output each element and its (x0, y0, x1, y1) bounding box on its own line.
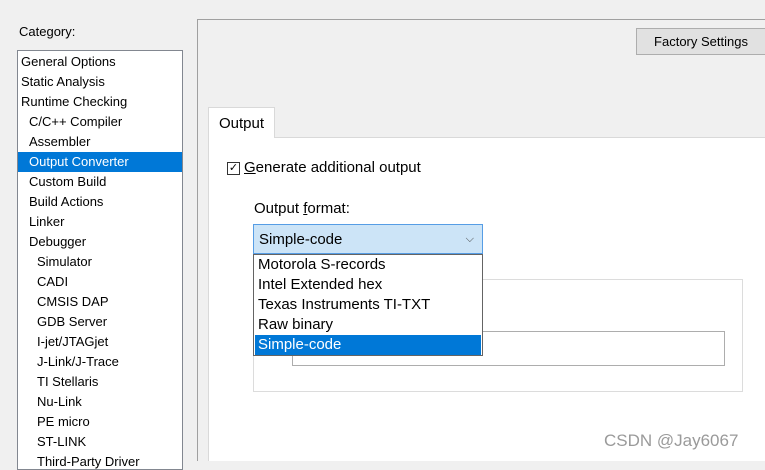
format-label-post: ormat: (307, 200, 350, 217)
category-item[interactable]: CMSIS DAP (18, 292, 182, 312)
output-format-dropdown[interactable]: Motorola S-records Intel Extended hex Texa… (253, 254, 483, 356)
category-item[interactable]: Simulator (18, 252, 182, 272)
category-item[interactable]: Static Analysis (18, 72, 182, 92)
output-format-value: Simple-code (259, 231, 343, 248)
category-item[interactable]: CADI (18, 272, 182, 292)
category-list[interactable]: General Options Static Analysis Runtime Ch… (17, 50, 183, 470)
category-label: Category: (19, 24, 76, 39)
category-item[interactable]: TI Stellaris (18, 372, 182, 392)
format-option[interactable]: Motorola S-records (255, 255, 481, 275)
category-item[interactable]: C/C++ Compiler (18, 112, 182, 132)
generate-output-label[interactable]: Generate additional output (244, 159, 421, 176)
output-format-label: Output format: (254, 200, 350, 217)
checkmark-icon: ✓ (228, 162, 239, 174)
category-item[interactable]: Nu-Link (18, 392, 182, 412)
tab-output[interactable]: Output (208, 107, 275, 138)
generate-label-text: enerate additional output (255, 159, 421, 176)
category-item[interactable]: Runtime Checking (18, 92, 182, 112)
generate-output-checkbox[interactable]: ✓ (227, 162, 240, 175)
generate-mnemonic: G (244, 159, 256, 176)
format-option[interactable]: Raw binary (255, 315, 481, 335)
category-item[interactable]: Assembler (18, 132, 182, 152)
format-label-pre: Output (254, 200, 304, 217)
chevron-down-icon[interactable]: ⌵ (466, 233, 474, 246)
category-item[interactable]: Linker (18, 212, 182, 232)
format-option[interactable]: Intel Extended hex (255, 275, 481, 295)
category-item[interactable]: PE micro (18, 412, 182, 432)
watermark: CSDN @Jay6067 (604, 431, 739, 450)
category-item[interactable]: Output Converter (18, 152, 182, 172)
category-item[interactable]: Custom Build (18, 172, 182, 192)
output-format-select[interactable]: Simple-code ⌵ (253, 224, 483, 254)
format-option[interactable]: Simple-code (255, 335, 481, 355)
category-item[interactable]: ST-LINK (18, 432, 182, 452)
category-item[interactable]: J-Link/J-Trace (18, 352, 182, 372)
category-item[interactable]: Debugger (18, 232, 182, 252)
category-item[interactable]: General Options (18, 52, 182, 72)
factory-settings-button[interactable]: Factory Settings (636, 28, 765, 55)
format-option[interactable]: Texas Instruments TI-TXT (255, 295, 481, 315)
category-item[interactable]: I-jet/JTAGjet (18, 332, 182, 352)
category-item[interactable]: GDB Server (18, 312, 182, 332)
category-item[interactable]: Build Actions (18, 192, 182, 212)
category-item[interactable]: Third-Party Driver (18, 452, 182, 469)
